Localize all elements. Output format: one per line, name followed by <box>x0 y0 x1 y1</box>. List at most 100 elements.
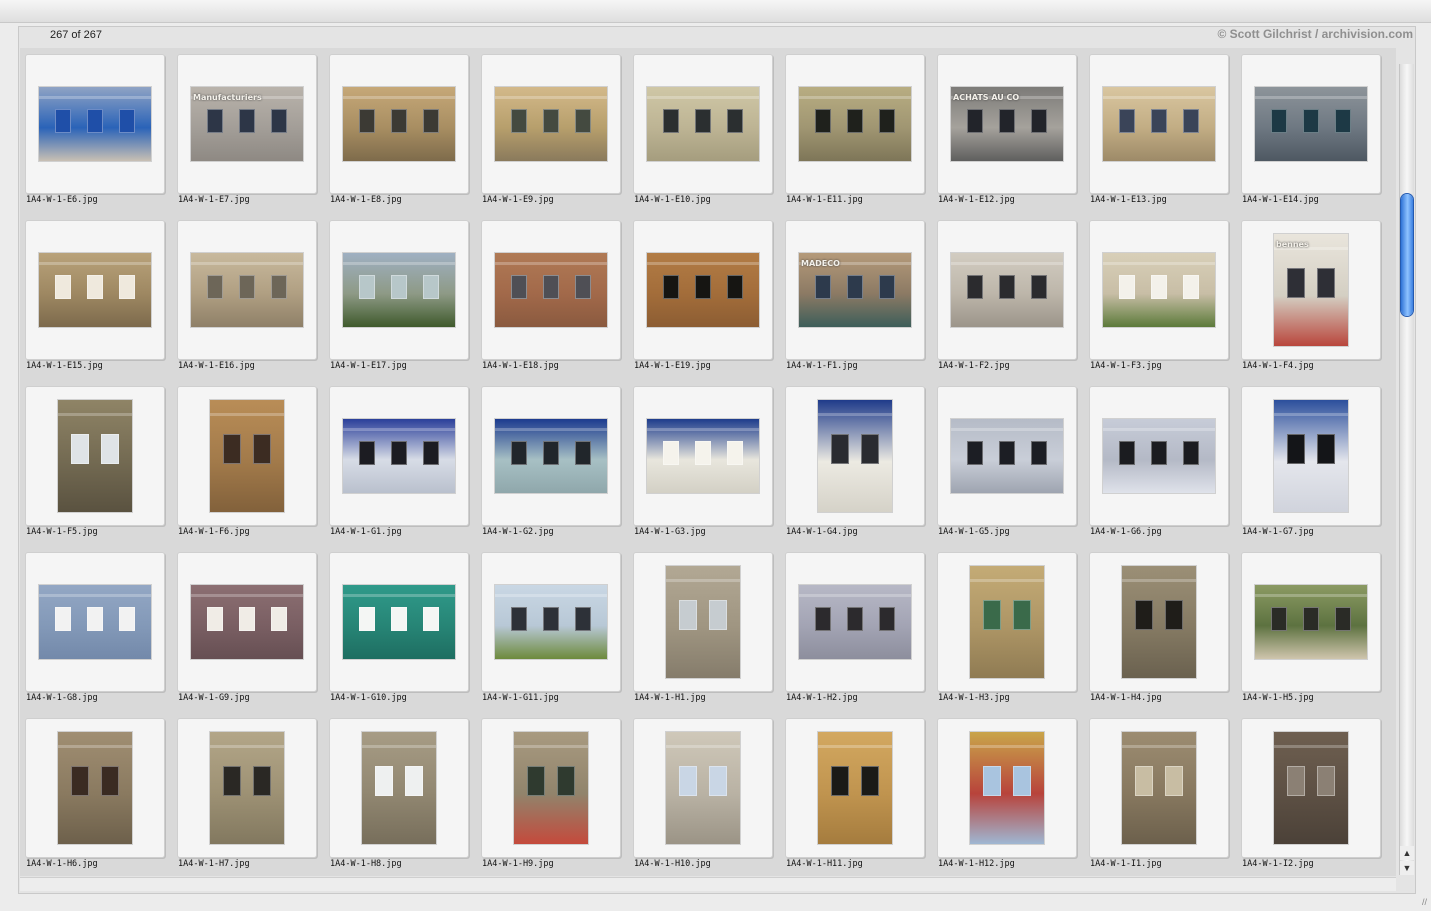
thumbnail-item[interactable]: 1A4-W-1-G11.jpg <box>476 546 621 710</box>
thumbnail-image[interactable] <box>647 419 759 493</box>
thumbnail-item[interactable]: 1A4-W-1-H4.jpg <box>1084 546 1229 710</box>
slide-frame[interactable] <box>937 552 1077 692</box>
thumbnail-item[interactable]: 1A4-W-1-H8.jpg <box>324 712 469 876</box>
slide-frame[interactable] <box>937 386 1077 526</box>
thumbnail-item[interactable]: 1A4-W-1-E13.jpg <box>1084 48 1229 212</box>
slide-frame[interactable] <box>25 552 165 692</box>
thumbnail-item[interactable]: 1A4-W-1-E8.jpg <box>324 48 469 212</box>
slide-frame[interactable] <box>1241 54 1381 194</box>
slide-frame[interactable] <box>1089 220 1229 360</box>
thumbnail-item[interactable]: 1A4-W-1-F6.jpg <box>172 380 317 544</box>
thumbnail-image[interactable]: bennes <box>1274 234 1348 346</box>
thumbnail-image[interactable] <box>666 732 740 844</box>
thumbnail-item[interactable]: Manufacturiers 1A4-W-1-E7.jpg <box>172 48 317 212</box>
slide-frame[interactable]: bennes <box>1241 220 1381 360</box>
slide-frame[interactable] <box>633 220 773 360</box>
thumbnail-item[interactable]: 1A4-W-1-E11.jpg <box>780 48 925 212</box>
thumbnail-item[interactable]: 1A4-W-1-I2.jpg <box>1236 712 1381 876</box>
thumbnail-image[interactable]: MADECO <box>799 253 911 327</box>
thumbnail-item[interactable]: 1A4-W-1-G9.jpg <box>172 546 317 710</box>
thumbnail-item[interactable]: 1A4-W-1-G10.jpg <box>324 546 469 710</box>
thumbnail-item[interactable]: 1A4-W-1-F3.jpg <box>1084 214 1229 378</box>
slide-frame[interactable] <box>481 386 621 526</box>
slide-frame[interactable] <box>481 552 621 692</box>
thumbnail-item[interactable]: 1A4-W-1-H5.jpg <box>1236 546 1381 710</box>
thumbnail-item[interactable]: 1A4-W-1-H3.jpg <box>932 546 1077 710</box>
slide-frame[interactable]: Manufacturiers <box>177 54 317 194</box>
thumbnail-item[interactable]: 1A4-W-1-E10.jpg <box>628 48 773 212</box>
slide-frame[interactable]: ACHATS AU CO <box>937 54 1077 194</box>
thumbnail-item[interactable]: 1A4-W-1-F2.jpg <box>932 214 1077 378</box>
thumbnail-item[interactable]: 1A4-W-1-E16.jpg <box>172 214 317 378</box>
thumbnail-image[interactable] <box>514 732 588 844</box>
vertical-scrollbar[interactable] <box>1399 64 1414 874</box>
slide-frame[interactable] <box>633 54 773 194</box>
slide-frame[interactable] <box>25 54 165 194</box>
thumbnail-item[interactable]: 1A4-W-1-E6.jpg <box>20 48 165 212</box>
scrollbar-thumb[interactable] <box>1401 194 1413 316</box>
thumbnail-item[interactable]: 1A4-W-1-G6.jpg <box>1084 380 1229 544</box>
thumbnail-image[interactable] <box>1122 566 1196 678</box>
thumbnail-image[interactable]: ACHATS AU CO <box>951 87 1063 161</box>
scroll-up-icon[interactable]: ▲ <box>1399 846 1414 860</box>
thumbnail-image[interactable] <box>970 732 1044 844</box>
scroll-down-icon[interactable]: ▼ <box>1399 861 1414 875</box>
thumbnail-image[interactable] <box>495 419 607 493</box>
thumbnail-image[interactable] <box>1255 585 1367 659</box>
slide-frame[interactable] <box>1241 718 1381 858</box>
slide-frame[interactable] <box>25 386 165 526</box>
thumbnail-image[interactable] <box>1274 732 1348 844</box>
thumbnail-item[interactable]: 1A4-W-1-G1.jpg <box>324 380 469 544</box>
thumbnail-image[interactable] <box>39 87 151 161</box>
thumbnail-image[interactable] <box>818 400 892 512</box>
slide-frame[interactable] <box>329 552 469 692</box>
slide-frame[interactable] <box>329 54 469 194</box>
thumbnail-item[interactable]: 1A4-W-1-G4.jpg <box>780 380 925 544</box>
slide-frame[interactable] <box>177 718 317 858</box>
thumbnail-item[interactable]: 1A4-W-1-G3.jpg <box>628 380 773 544</box>
slide-frame[interactable] <box>481 54 621 194</box>
slide-frame[interactable] <box>177 220 317 360</box>
thumbnail-image[interactable] <box>343 253 455 327</box>
thumbnail-item[interactable]: 1A4-W-1-H6.jpg <box>20 712 165 876</box>
thumbnail-item[interactable]: bennes 1A4-W-1-F4.jpg <box>1236 214 1381 378</box>
slide-frame[interactable] <box>785 54 925 194</box>
slide-frame[interactable] <box>329 220 469 360</box>
thumbnail-item[interactable]: 1A4-W-1-E19.jpg <box>628 214 773 378</box>
slide-frame[interactable] <box>481 718 621 858</box>
thumbnail-item[interactable]: 1A4-W-1-G5.jpg <box>932 380 1077 544</box>
slide-frame[interactable] <box>1089 552 1229 692</box>
slide-frame[interactable] <box>1089 386 1229 526</box>
slide-frame[interactable] <box>1241 386 1381 526</box>
thumbnail-image[interactable] <box>191 585 303 659</box>
thumbnail-image[interactable] <box>362 732 436 844</box>
slide-frame[interactable] <box>785 552 925 692</box>
slide-frame[interactable] <box>1241 552 1381 692</box>
thumbnail-image[interactable] <box>951 253 1063 327</box>
thumbnail-image[interactable] <box>666 566 740 678</box>
slide-frame[interactable] <box>25 718 165 858</box>
slide-frame[interactable] <box>177 386 317 526</box>
thumbnail-item[interactable]: 1A4-W-1-G2.jpg <box>476 380 621 544</box>
thumbnail-image[interactable] <box>343 87 455 161</box>
resize-grip-icon[interactable]: // <box>1413 897 1427 907</box>
thumbnail-item[interactable]: 1A4-W-1-H1.jpg <box>628 546 773 710</box>
thumbnail-image[interactable] <box>647 253 759 327</box>
thumbnail-image[interactable] <box>58 400 132 512</box>
thumbnail-item[interactable]: 1A4-W-1-H2.jpg <box>780 546 925 710</box>
thumbnail-item[interactable]: 1A4-W-1-H7.jpg <box>172 712 317 876</box>
slide-frame[interactable] <box>785 386 925 526</box>
thumbnail-item[interactable]: 1A4-W-1-H11.jpg <box>780 712 925 876</box>
slide-frame[interactable] <box>633 552 773 692</box>
slide-frame[interactable] <box>633 718 773 858</box>
thumbnail-item[interactable]: 1A4-W-1-E18.jpg <box>476 214 621 378</box>
thumbnail-image[interactable] <box>647 87 759 161</box>
thumbnail-image[interactable] <box>343 585 455 659</box>
thumbnail-item[interactable]: 1A4-W-1-H10.jpg <box>628 712 773 876</box>
thumbnail-item[interactable]: 1A4-W-1-G8.jpg <box>20 546 165 710</box>
slide-frame[interactable] <box>177 552 317 692</box>
slide-frame[interactable] <box>937 220 1077 360</box>
thumbnail-item[interactable]: 1A4-W-1-F5.jpg <box>20 380 165 544</box>
thumbnail-image[interactable] <box>1103 253 1215 327</box>
thumbnail-item[interactable]: 1A4-W-1-H12.jpg <box>932 712 1077 876</box>
